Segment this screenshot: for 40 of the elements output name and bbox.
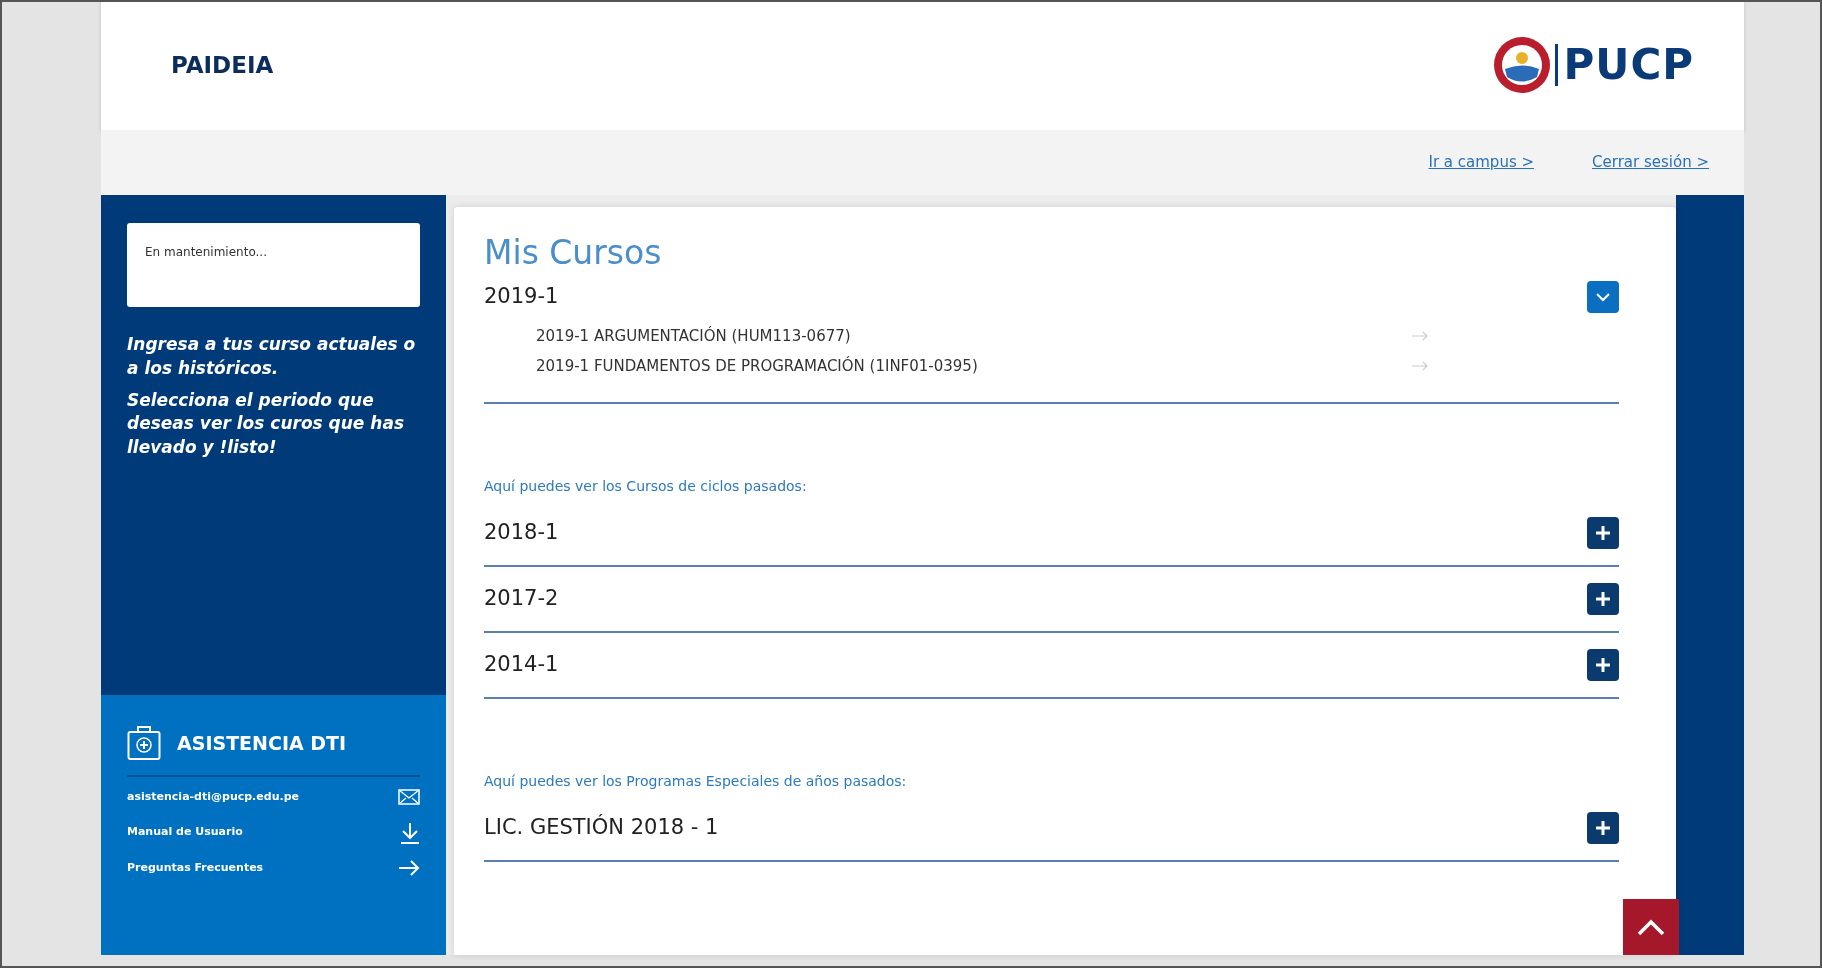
arrow-right-icon <box>398 859 420 876</box>
logo-text: PUCP <box>1554 44 1694 86</box>
period-label: 2019-1 <box>484 282 559 310</box>
support-link[interactable]: asistencia-dti@pucp.edu.pe <box>127 789 299 806</box>
chevron-up-icon <box>1637 918 1665 936</box>
intro-text: Ingresa a tus curso actuales o a los históricos. <box>127 333 417 380</box>
expand-toggle-button[interactable] <box>1587 582 1619 615</box>
header-link[interactable]: Cerrar sesión > <box>1592 151 1709 174</box>
period-label: 2018-1 <box>484 518 559 546</box>
course-link[interactable]: 2019-1 FUNDAMENTOS DE PROGRAMACIÓN (1INF01-0395) <box>536 355 978 378</box>
expand-toggle-button[interactable] <box>1587 811 1619 844</box>
university-seal-icon <box>1492 36 1551 94</box>
page-title: Mis Cursos <box>484 233 663 273</box>
expand-toggle-button[interactable] <box>1587 648 1619 681</box>
course-link[interactable]: 2019-1 ARGUMENTACIÓN (HUM113-0677) <box>536 324 851 348</box>
arrow-right-icon <box>1411 361 1429 372</box>
support-title: ASISTENCIA DTI <box>177 730 347 756</box>
plus-icon <box>1595 590 1611 607</box>
arrow-right-icon <box>1411 330 1429 341</box>
section-caption: Aquí puedes ver los Cursos de ciclos pasados: <box>484 476 808 496</box>
download-icon <box>400 821 420 844</box>
medical-kit-icon <box>127 725 161 761</box>
period-label: LIC. GESTIÓN 2018 - 1 <box>484 813 719 841</box>
expand-toggle-button[interactable] <box>1587 516 1619 549</box>
support-link[interactable]: Manual de Usuario <box>127 824 243 841</box>
intro-text: Selecciona el periodo que deseas ver los curos que has llevado y !listo! <box>127 388 405 460</box>
envelope-icon <box>398 789 420 806</box>
header-link[interactable]: Ir a campus > <box>1428 151 1535 174</box>
plus-icon <box>1595 656 1611 673</box>
brand-title: PAIDEIA <box>171 50 274 80</box>
support-link[interactable]: Preguntas Frecuentes <box>127 859 264 876</box>
notice-box: En mantenimiento... <box>127 223 420 307</box>
scroll-top-button[interactable] <box>1623 899 1679 955</box>
chevron-down-icon <box>1595 291 1611 302</box>
plus-icon <box>1595 819 1611 836</box>
section-caption: Aquí puedes ver los Programas Especiales de años pasados: <box>484 771 908 791</box>
period-label: 2014-1 <box>484 650 559 678</box>
expand-toggle-button[interactable] <box>1587 280 1619 313</box>
plus-icon <box>1595 524 1611 541</box>
period-label: 2017-2 <box>484 584 559 612</box>
